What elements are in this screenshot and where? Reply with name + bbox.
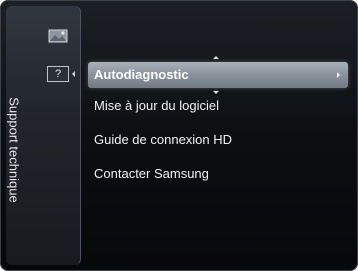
tv-menu-window: Support technique ? Autodiagnostic Mise … [0, 0, 358, 271]
menu-item-label: Contacter Samsung [94, 166, 209, 181]
menu-item-software-update[interactable]: Mise à jour du logiciel [94, 96, 346, 116]
menu-item-hd-connection-guide[interactable]: Guide de connexion HD [94, 130, 346, 150]
support-menu: Autodiagnostic Mise à jour du logiciel G… [84, 6, 352, 265]
menu-item-contact-samsung[interactable]: Contacter Samsung [94, 164, 346, 184]
help-icon[interactable]: ? [47, 66, 69, 82]
picture-icon[interactable] [47, 28, 69, 44]
scroll-up-icon[interactable] [213, 56, 219, 59]
menu-item-label: Autodiagnostic [94, 67, 189, 82]
menu-item-label: Mise à jour du logiciel [94, 98, 220, 113]
menu-item-autodiagnostic[interactable]: Autodiagnostic [88, 62, 348, 88]
chevron-right-icon [337, 72, 340, 78]
scroll-down-icon[interactable] [213, 91, 219, 94]
category-title: Support technique [6, 97, 22, 203]
menu-item-label: Guide de connexion HD [94, 132, 233, 147]
active-category-pointer-icon [72, 71, 75, 77]
help-icon-glyph: ? [54, 68, 62, 80]
